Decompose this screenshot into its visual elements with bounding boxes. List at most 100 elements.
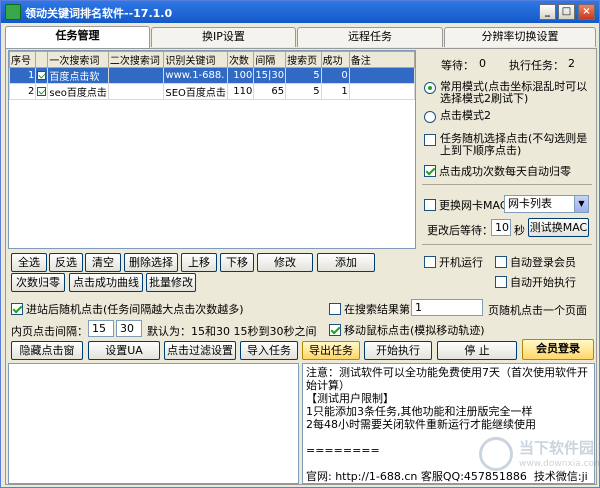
random-result-suffix: 页随机点击一个页面 — [488, 304, 587, 317]
click-filter-settings-button[interactable]: 点击过滤设置 — [164, 341, 236, 360]
row-interval: 65 — [253, 83, 287, 100]
col-header-count[interactable]: 次数 — [226, 51, 255, 68]
change-mac-label: 更换网卡MAC — [439, 199, 508, 212]
watermark-logo-icon — [479, 437, 513, 471]
row-second-search — [107, 67, 165, 84]
mode-2-radio[interactable]: 点击模式2 — [424, 110, 594, 123]
wait-seconds-input[interactable]: 10 — [491, 219, 511, 236]
set-ua-button[interactable]: 设置UA — [88, 341, 160, 360]
move-down-button[interactable]: 下移 — [220, 253, 254, 272]
success-curve-button[interactable]: 点击成功曲线 — [69, 273, 143, 292]
clear-button[interactable]: 清空 — [85, 253, 121, 272]
move-up-button[interactable]: 上移 — [181, 253, 217, 272]
autostart-checkbox[interactable]: 开机运行 — [424, 254, 483, 270]
reset-daily-checkbox[interactable]: 点击成功次数每天自动归零 — [424, 163, 571, 179]
stop-button[interactable]: 停 止 — [437, 341, 517, 360]
col-header-success[interactable]: 成功 — [320, 51, 350, 68]
inner-interval-max-input[interactable]: 30 — [116, 320, 142, 337]
mouse-move-checkbox[interactable]: 移动鼠标点击(模拟移动轨迹) — [329, 322, 485, 338]
col-header-page[interactable]: 搜索页 — [285, 51, 322, 68]
checkbox-checked-icon[interactable] — [37, 86, 47, 96]
radio-selected-icon[interactable] — [424, 82, 436, 94]
edit-button[interactable]: 修改 — [257, 253, 313, 272]
col-header-check[interactable] — [35, 51, 49, 68]
maximize-button[interactable]: □ — [558, 4, 575, 20]
row-checkbox[interactable] — [35, 67, 49, 84]
test-mac-button[interactable]: 测试换MAC — [528, 218, 589, 237]
checkbox-unchecked-icon[interactable] — [424, 134, 436, 146]
delete-selected-button[interactable]: 删除选择 — [124, 253, 178, 272]
change-mac-checkbox[interactable]: 更换网卡MAC — [424, 197, 508, 213]
inner-interval-min-input[interactable]: 15 — [88, 320, 114, 337]
close-button[interactable]: × — [578, 4, 595, 20]
auto-login-checkbox[interactable]: 自动登录会员 — [495, 254, 576, 270]
member-login-button[interactable]: 会员登录 — [522, 339, 594, 360]
random-in-site-checkbox[interactable]: 进站后随机点击(任务间隔越大点击次数越多) — [11, 301, 244, 317]
select-all-button[interactable]: 全选 — [11, 253, 47, 272]
auto-exec-checkbox[interactable]: 自动开始执行 — [495, 274, 576, 290]
chevron-down-icon[interactable]: ▼ — [574, 196, 588, 212]
col-header-interval[interactable]: 间隔 — [253, 51, 287, 68]
checkbox-checked-icon[interactable] — [424, 165, 436, 177]
inner-interval-label: 内页点击间隔： — [11, 325, 88, 338]
checkbox-checked-icon[interactable] — [37, 70, 47, 80]
random-result-label: 在搜索结果第 — [344, 303, 410, 316]
tab-bar: 任务管理 换IP设置 远程任务 分辨率切换设置 — [5, 26, 597, 49]
row-count: 100 — [226, 67, 255, 84]
invert-selection-button[interactable]: 反选 — [49, 253, 83, 272]
task-table[interactable]: 序号 一次搜索词 二次搜索词 识别关键词 次数 间隔 搜索页 成功 备注 1 百… — [8, 50, 416, 249]
log-panel[interactable] — [8, 363, 299, 484]
row-success: 1 — [320, 83, 350, 100]
radio-unselected-icon[interactable] — [424, 111, 436, 123]
checkbox-unchecked-icon[interactable] — [424, 256, 436, 268]
batch-edit-button[interactable]: 批量修改 — [146, 273, 196, 292]
add-button[interactable]: 添加 — [317, 253, 375, 272]
auto-exec-label: 自动开始执行 — [510, 276, 576, 289]
table-row[interactable]: 1 百度点击软 www.1-688. 100 15|30 5 0 — [9, 67, 415, 84]
import-tasks-button[interactable]: 导入任务 — [240, 341, 298, 360]
row-page: 5 — [285, 67, 322, 84]
row-no: 1 — [9, 67, 37, 84]
waiting-label: 等待： — [441, 59, 474, 72]
tab-ip-settings[interactable]: 换IP设置 — [151, 27, 296, 47]
reset-count-button[interactable]: 次数归零 — [11, 273, 65, 292]
row-checkbox[interactable] — [35, 83, 49, 100]
checkbox-checked-icon[interactable] — [329, 324, 341, 336]
nic-select[interactable]: 网卡列表 ▼ — [504, 195, 589, 213]
col-header-second-search[interactable]: 二次搜索词 — [107, 51, 165, 68]
title-bar[interactable]: 领动关键词排名软件--17.1.0 _ □ × — [1, 1, 599, 23]
checkbox-unchecked-icon[interactable] — [329, 303, 341, 315]
hide-click-window-button[interactable]: 隐藏点击窗 — [11, 341, 83, 360]
random-result-checkbox[interactable]: 在搜索结果第 — [329, 301, 410, 317]
window-title: 领动关键词排名软件--17.1.0 — [25, 7, 173, 20]
checkbox-checked-icon[interactable] — [11, 303, 23, 315]
col-header-no[interactable]: 序号 — [9, 51, 37, 68]
row-note — [348, 83, 415, 100]
reset-daily-label: 点击成功次数每天自动归零 — [439, 165, 571, 178]
col-header-first-search[interactable]: 一次搜索词 — [47, 51, 109, 68]
checkbox-unchecked-icon[interactable] — [424, 199, 436, 211]
watermark: 当下软件园 www.downxia.com — [479, 435, 600, 479]
start-button[interactable]: 开始执行 — [364, 341, 432, 360]
table-row[interactable]: 2 seo百度点击 SEO百度点击 110 65 5 1 — [9, 83, 415, 100]
tab-task-management[interactable]: 任务管理 — [5, 26, 150, 48]
divider — [422, 244, 592, 245]
minimize-button[interactable]: _ — [539, 4, 556, 20]
table-header: 序号 一次搜索词 二次搜索词 识别关键词 次数 间隔 搜索页 成功 备注 — [9, 51, 415, 68]
export-tasks-button[interactable]: 导出任务 — [302, 341, 360, 360]
col-header-note[interactable]: 备注 — [348, 51, 415, 68]
checkbox-unchecked-icon[interactable] — [495, 256, 507, 268]
row-keyword: www.1-688. — [163, 67, 228, 84]
wait-unit-label: 秒 — [514, 224, 525, 237]
tab-remote-tasks[interactable]: 远程任务 — [297, 27, 443, 47]
auto-login-label: 自动登录会员 — [510, 256, 576, 269]
mode-normal-radio[interactable]: 常用模式(点击坐标混乱时可以选择模式2刷试下) — [424, 81, 594, 105]
random-result-page-input[interactable]: 1 — [411, 299, 483, 316]
info-line-limit-1: 1只能添加3条任务,其他功能和注册版完全一样 — [306, 405, 533, 418]
divider — [422, 184, 592, 185]
col-header-keyword[interactable]: 识别关键词 — [163, 51, 228, 68]
random-task-checkbox[interactable]: 任务随机选择点击(不勾选则是上到下顺序点击) — [424, 133, 594, 157]
checkbox-unchecked-icon[interactable] — [495, 276, 507, 288]
running-count: 2 — [568, 57, 575, 70]
tab-resolution-settings[interactable]: 分辨率切换设置 — [444, 27, 596, 47]
